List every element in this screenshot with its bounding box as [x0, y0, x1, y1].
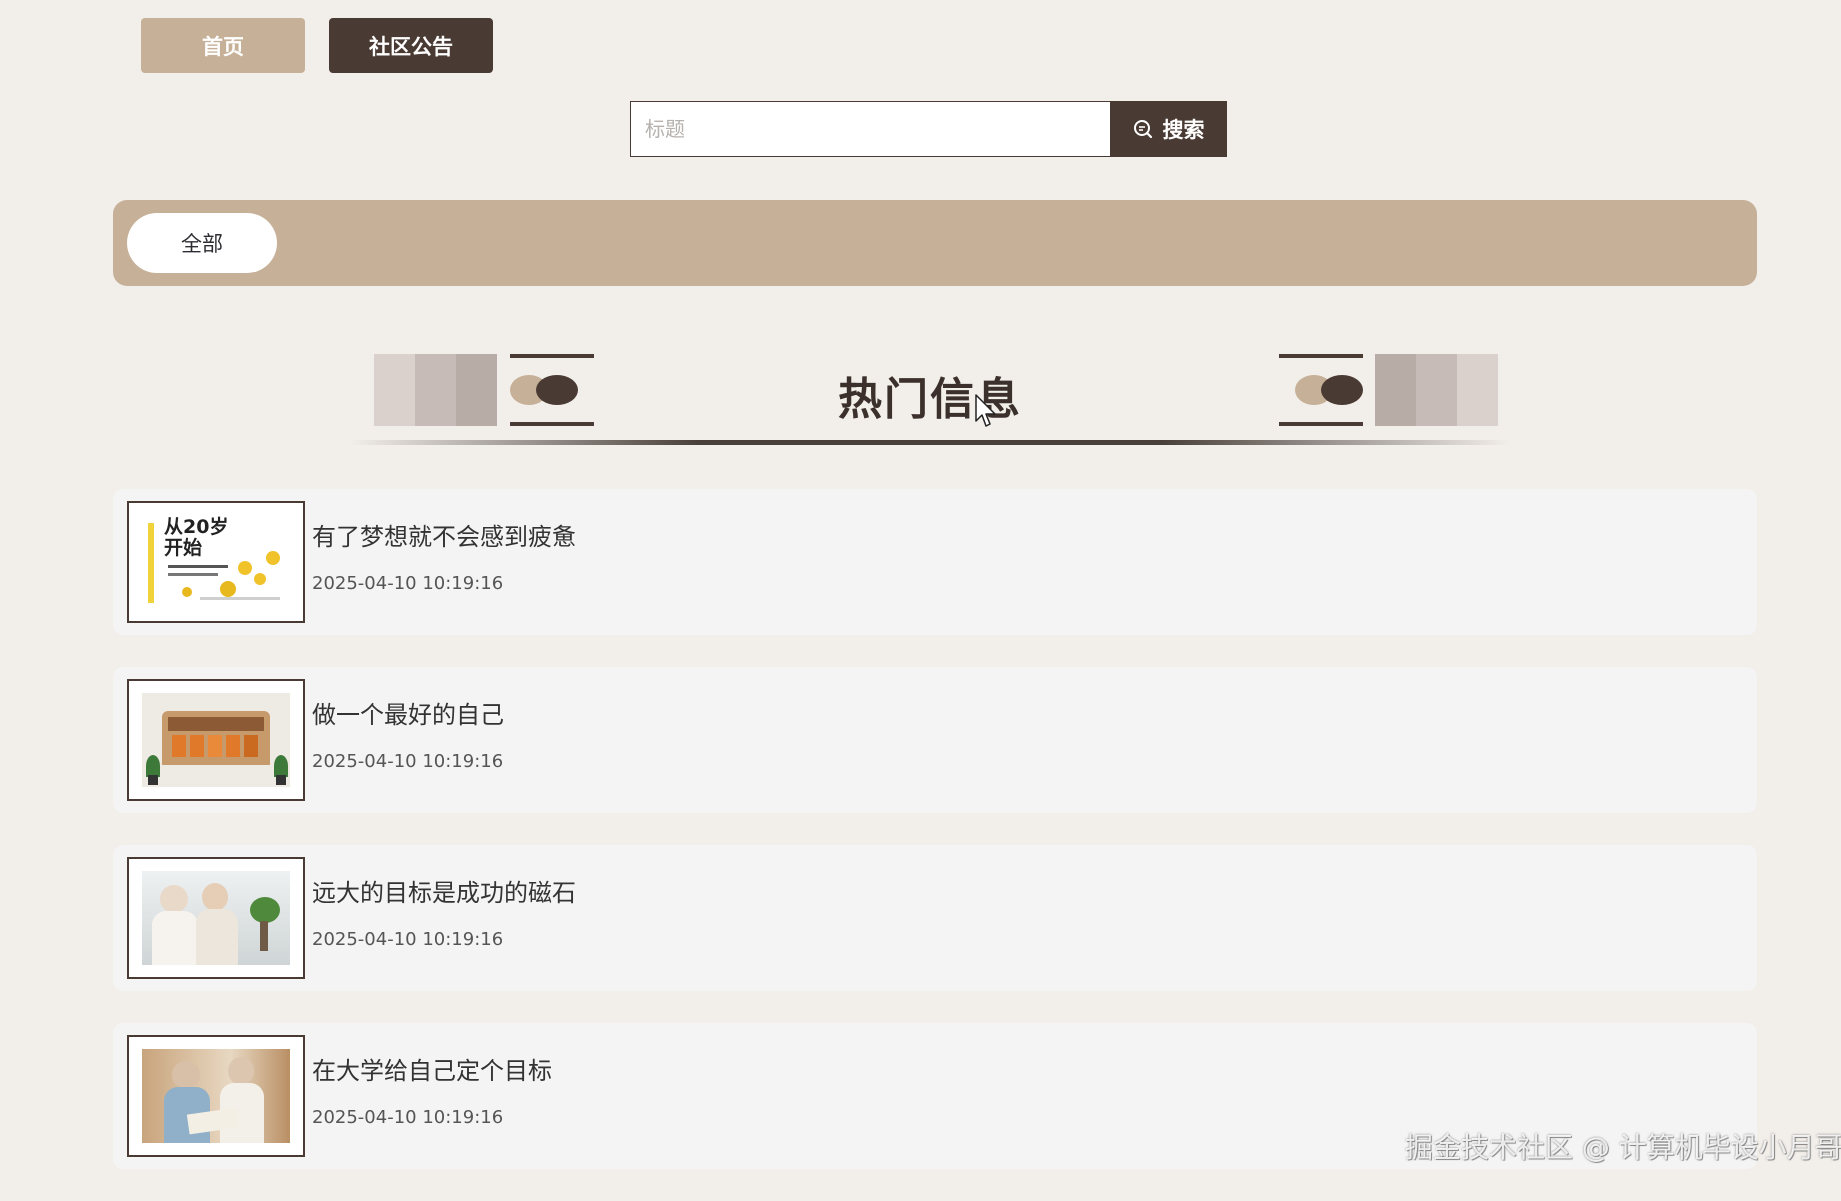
post-title[interactable]: 在大学给自己定个目标 [312, 1051, 552, 1086]
section-header: 热门信息 [330, 345, 1530, 455]
category-all-pill[interactable]: 全部 [127, 213, 277, 273]
nav-notice-button[interactable]: 社区公告 [329, 18, 493, 73]
book-cover-text: 从20岁 开始 [164, 516, 229, 559]
post-time: 2025-04-10 10:19:16 [312, 751, 504, 772]
search-input[interactable] [630, 101, 1110, 157]
search-button[interactable]: 搜索 [1110, 101, 1227, 157]
post-list: 从20岁 开始 有了梦想就不会感到疲惫 2025-04-10 10:19:16 [113, 489, 1757, 1201]
decorative-toggle-right-icon [1279, 354, 1363, 426]
post-time: 2025-04-10 10:19:16 [312, 929, 504, 950]
nav-home-button[interactable]: 首页 [141, 18, 305, 73]
elderly-couple-photo [142, 871, 290, 965]
mouse-cursor-icon [975, 394, 996, 427]
post-time: 2025-04-10 10:19:16 [312, 1107, 504, 1128]
post-title[interactable]: 远大的目标是成功的磁石 [312, 873, 576, 908]
post-thumbnail[interactable] [127, 679, 305, 801]
post-thumbnail[interactable] [127, 857, 305, 979]
post-thumbnail[interactable] [127, 1035, 305, 1157]
post-card[interactable]: 从20岁 开始 有了梦想就不会感到疲惫 2025-04-10 10:19:16 [113, 489, 1757, 635]
post-time: 2025-04-10 10:19:16 [312, 573, 504, 594]
watermark: 掘金技术社区 @ 计算机毕设小月哥 [1405, 1131, 1841, 1164]
post-card[interactable]: 做一个最好的自己 2025-04-10 10:19:16 [113, 667, 1757, 813]
decorative-bars-right [1375, 354, 1498, 426]
wall-decor-image [142, 693, 290, 787]
search-bar: 搜索 [630, 101, 1227, 157]
post-title[interactable]: 有了梦想就不会感到疲惫 [312, 517, 576, 552]
category-bar: 全部 [113, 200, 1757, 286]
book-cover-image: 从20岁 开始 [142, 515, 290, 609]
search-button-label: 搜索 [1162, 118, 1205, 142]
post-card[interactable]: 远大的目标是成功的磁石 2025-04-10 10:19:16 [113, 845, 1757, 991]
section-title-underline [350, 440, 1510, 445]
elderly-couple-reading-photo [142, 1049, 290, 1143]
post-title[interactable]: 做一个最好的自己 [312, 695, 504, 730]
search-icon [1133, 120, 1152, 139]
post-thumbnail[interactable]: 从20岁 开始 [127, 501, 305, 623]
